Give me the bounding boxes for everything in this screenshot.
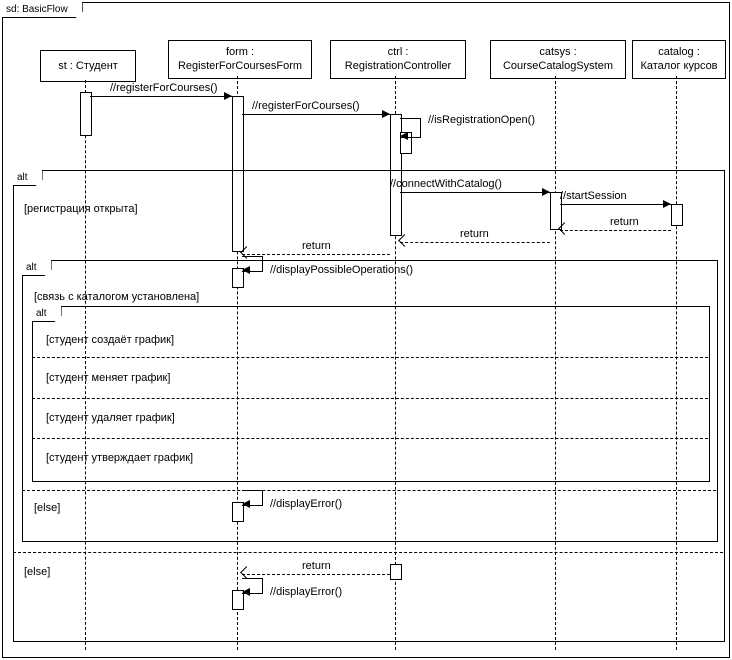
msg-register2-label: //registerForCourses() <box>252 100 360 112</box>
lifeline-student: st : Студент <box>40 50 136 82</box>
msg-return-sys: return <box>400 232 550 246</box>
msg-startsession-label: //startSession <box>560 190 627 202</box>
lifeline-catsys-l1: catsys : <box>539 46 576 58</box>
guard-regopen-label: [регистрация открыта] <box>24 203 138 215</box>
activation-ctrl-else <box>390 564 402 580</box>
msg-return-cat-label: return <box>610 216 639 228</box>
guard-create: [студент создаёт график] <box>46 334 174 346</box>
msg-connect-label: //connectWithCatalog() <box>390 178 502 190</box>
guard-modify: [студент меняет график] <box>46 372 170 384</box>
guard-delete-label: [студент удаляет график] <box>46 412 175 424</box>
msg-dispops-label: //displayPossibleOperations() <box>270 264 413 276</box>
msg-startsession: //startSession <box>560 194 671 208</box>
sep-inner-2 <box>32 398 708 399</box>
lifeline-catsys: catsys : CourseCatalogSystem <box>490 40 626 79</box>
alt-inner-tab: alt <box>32 306 62 322</box>
lifeline-form-l2: RegisterForCoursesForm <box>178 60 302 72</box>
alt-middle-tab: alt <box>22 260 52 276</box>
sep-middle-else <box>22 490 716 491</box>
lifeline-student-label: st : Студент <box>58 60 118 72</box>
guard-approve: [студент утверждает график] <box>46 452 193 464</box>
msg-register2: //registerForCourses() <box>242 104 390 118</box>
guard-middle-else-label: [else] <box>34 502 60 514</box>
lifeline-ctrl: ctrl : RegistrationController <box>330 40 466 79</box>
guard-catalog: [связь с каталогом установлена] <box>34 291 199 303</box>
msg-isregopen-label: //isRegistrationOpen() <box>428 114 535 126</box>
guard-modify-label: [студент меняет график] <box>46 372 170 384</box>
lifeline-catalog-l1: catalog : <box>658 46 700 58</box>
msg-connect: //connectWithCatalog() <box>400 182 550 196</box>
msg-return-sys-label: return <box>460 228 489 240</box>
msg-register1-label: //registerForCourses() <box>110 82 218 94</box>
guard-regopen: [регистрация открыта] <box>24 203 138 215</box>
msg-register1: //registerForCourses() <box>90 86 232 100</box>
msg-return-ctrl: return <box>242 244 390 258</box>
lifeline-form-l1: form : <box>226 46 254 58</box>
alt-middle-label: alt <box>26 262 37 273</box>
alt-inner-label: alt <box>36 308 47 319</box>
lifeline-catalog-l2: Каталог курсов <box>640 60 717 72</box>
guard-outer-else: [else] <box>24 566 50 578</box>
msg-return-ctrl-label: return <box>302 240 331 252</box>
lifeline-form: form : RegisterForCoursesForm <box>168 40 312 79</box>
guard-delete: [студент удаляет график] <box>46 412 175 424</box>
guard-catalog-label: [связь с каталогом установлена] <box>34 291 199 303</box>
guard-approve-label: [студент утверждает график] <box>46 452 193 464</box>
lifeline-ctrl-l1: ctrl : <box>388 46 409 58</box>
guard-outer-else-label: [else] <box>24 566 50 578</box>
msg-disperr2-label: //displayError() <box>270 586 342 598</box>
sd-title: sd: BasicFlow <box>6 4 68 15</box>
guard-create-label: [студент создаёт график] <box>46 334 174 346</box>
lifeline-catalog: catalog : Каталог курсов <box>632 40 726 79</box>
sep-inner-1 <box>32 357 708 358</box>
sep-inner-3 <box>32 438 708 439</box>
msg-return-else-label: return <box>302 560 331 572</box>
lifeline-ctrl-l2: RegistrationController <box>345 60 451 72</box>
msg-return-cat: return <box>560 220 671 234</box>
msg-return-else: return <box>242 564 390 578</box>
guard-middle-else: [else] <box>34 502 60 514</box>
lifeline-catsys-l2: CourseCatalogSystem <box>503 60 613 72</box>
alt-outer-tab: alt <box>13 170 43 186</box>
sep-outer-else <box>13 552 723 553</box>
msg-disperr1-label: //displayError() <box>270 498 342 510</box>
sd-frame-label: sd: BasicFlow <box>2 2 83 18</box>
alt-outer-label: alt <box>17 172 28 183</box>
